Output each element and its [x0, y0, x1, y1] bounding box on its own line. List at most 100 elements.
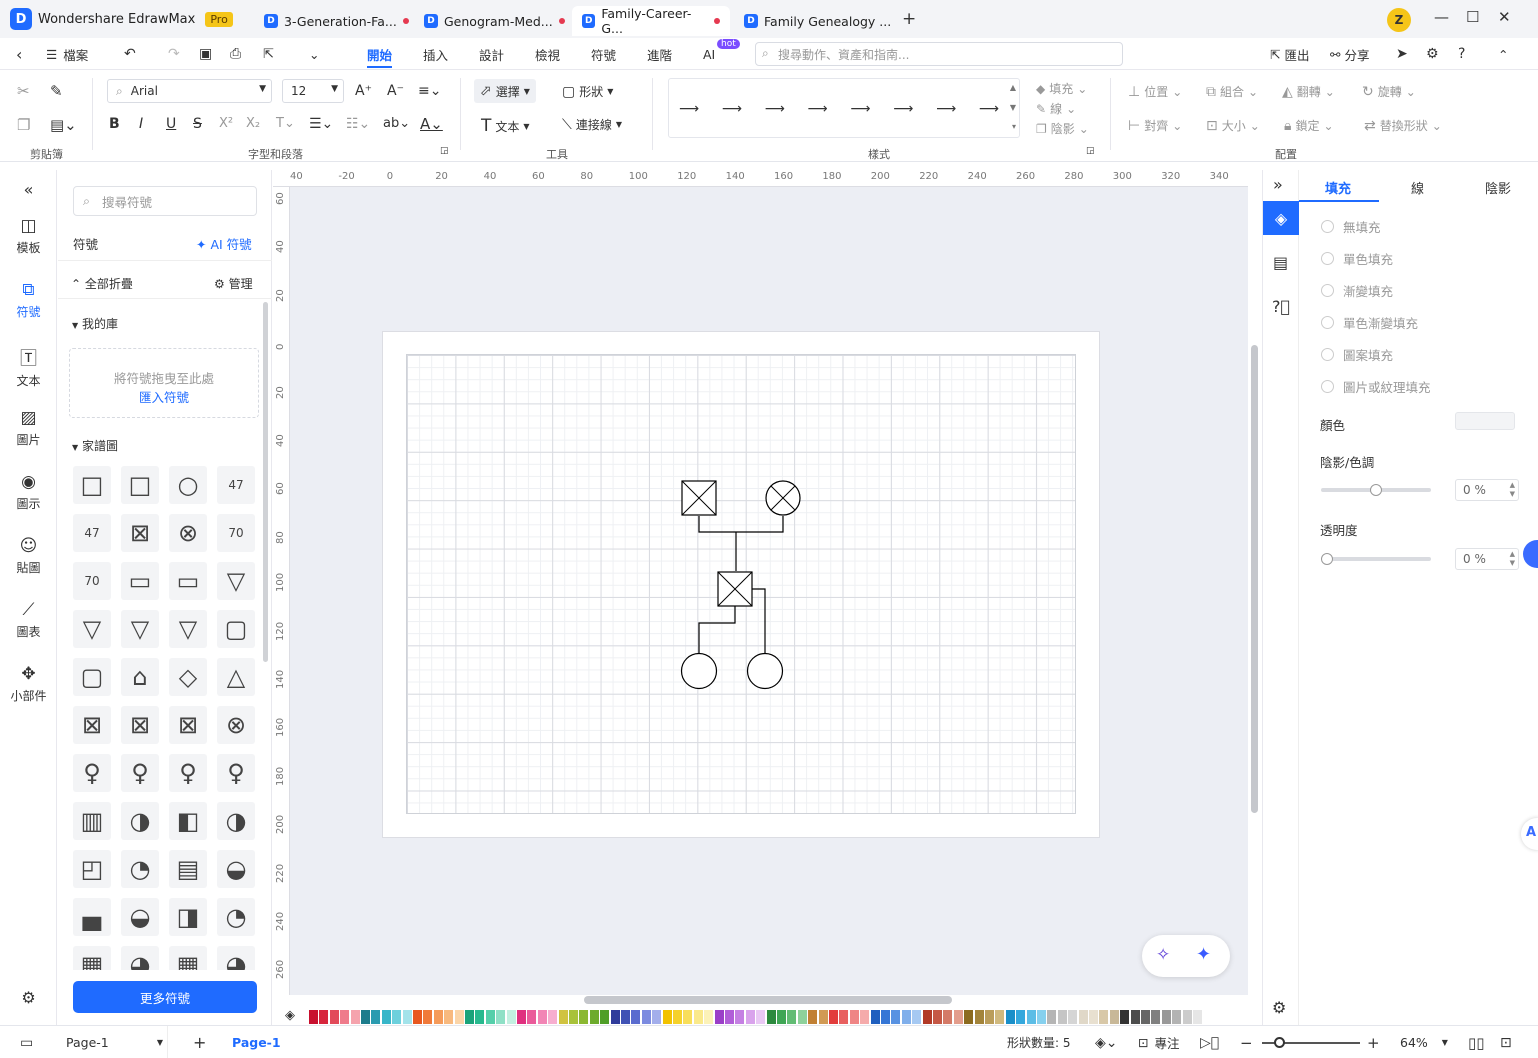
expand-panel-icon[interactable]: » — [1273, 175, 1283, 194]
color-swatch[interactable] — [797, 1010, 807, 1024]
vertical-scrollbar[interactable] — [1251, 345, 1258, 813]
tab-fill[interactable]: 填充 — [1325, 178, 1351, 197]
color-swatch[interactable] — [1161, 1010, 1171, 1024]
color-swatch[interactable] — [1099, 1010, 1109, 1024]
zoom-out-icon[interactable]: − — [1240, 1026, 1253, 1058]
color-swatch[interactable] — [1151, 1010, 1161, 1024]
zoom-slider[interactable] — [1262, 1037, 1360, 1048]
assistant-edge-icon[interactable] — [1523, 540, 1538, 568]
color-swatch[interactable] — [329, 1010, 339, 1024]
transparency-slider[interactable] — [1321, 553, 1431, 565]
tab-line[interactable]: 線 — [1411, 178, 1424, 197]
color-swatch[interactable] — [309, 1010, 318, 1024]
color-swatch[interactable] — [496, 1010, 506, 1024]
color-swatch[interactable] — [912, 1010, 922, 1024]
page-select[interactable]: Page-1 ▼ — [58, 1026, 168, 1058]
color-swatch[interactable] — [465, 1010, 474, 1024]
spinner-arrows-icon[interactable]: ▲ ▼ — [1510, 481, 1515, 499]
book-icon[interactable]: ▯▯ — [1468, 1026, 1485, 1058]
zoom-slider-knob[interactable] — [1274, 1037, 1285, 1048]
color-swatch[interactable] — [1172, 1010, 1182, 1024]
color-swatch[interactable] — [579, 1010, 589, 1024]
color-swatch[interactable] — [558, 1010, 568, 1024]
color-swatch[interactable] — [870, 1010, 880, 1024]
color-swatch[interactable] — [849, 1010, 859, 1024]
slider-knob[interactable] — [1321, 553, 1333, 565]
color-swatch[interactable] — [641, 1010, 651, 1024]
color-swatch[interactable] — [1089, 1010, 1098, 1024]
color-swatch[interactable] — [589, 1010, 599, 1024]
color-swatch[interactable] — [829, 1010, 838, 1024]
color-swatch[interactable] — [745, 1010, 755, 1024]
fill-bucket-icon[interactable]: ◈ — [285, 1008, 295, 1023]
color-swatch[interactable] — [475, 1010, 485, 1024]
color-swatch[interactable] — [350, 1010, 360, 1024]
color-swatch[interactable] — [1047, 1010, 1057, 1024]
color-swatch[interactable] — [1455, 412, 1515, 430]
color-swatch[interactable] — [839, 1010, 849, 1024]
color-swatch[interactable] — [735, 1010, 745, 1024]
color-swatch[interactable] — [766, 1010, 776, 1024]
color-swatch[interactable] — [1026, 1010, 1036, 1024]
color-swatch[interactable] — [933, 1010, 942, 1024]
transparency-spinner[interactable]: 0 % ▲ ▼ — [1455, 548, 1519, 570]
shade-spinner[interactable]: 0 % ▲ ▼ — [1455, 479, 1519, 501]
female-grandchild-symbol[interactable] — [680, 652, 718, 690]
color-swatch[interactable] — [1193, 1010, 1202, 1024]
deceased-male-child-symbol[interactable] — [717, 571, 753, 607]
fill-bucket-icon[interactable]: ◈ — [1263, 201, 1299, 235]
color-swatch[interactable] — [704, 1010, 714, 1024]
magic-wand-icon[interactable]: ✧ — [1156, 945, 1170, 965]
page-tab-active[interactable]: Page-1 — [232, 1026, 281, 1058]
color-swatch[interactable] — [1141, 1010, 1150, 1024]
ai-sparkle-icon[interactable]: ✦ — [1196, 944, 1211, 965]
add-page-button[interactable]: + — [193, 1026, 206, 1058]
color-swatch[interactable] — [860, 1010, 870, 1024]
color-swatch[interactable] — [433, 1010, 443, 1024]
radio-gradient-fill[interactable]: 漸變填充 — [1321, 281, 1393, 300]
color-swatch[interactable] — [953, 1010, 963, 1024]
color-swatch[interactable] — [974, 1010, 984, 1024]
color-swatch[interactable] — [610, 1010, 620, 1024]
color-swatch[interactable] — [901, 1010, 911, 1024]
color-swatch[interactable] — [548, 1010, 558, 1024]
shade-slider[interactable] — [1321, 484, 1431, 496]
color-swatch[interactable] — [1016, 1010, 1026, 1024]
page-panel-icon[interactable]: ▭ — [20, 1026, 33, 1058]
color-swatch[interactable] — [381, 1010, 391, 1024]
settings-icon[interactable]: ⚙ — [1272, 998, 1286, 1017]
radio-no-fill[interactable]: 無填充 — [1321, 217, 1381, 236]
color-swatch[interactable] — [361, 1010, 370, 1024]
color-swatch[interactable] — [392, 1010, 402, 1024]
focus-button[interactable]: ⊡ 專注 — [1138, 1026, 1180, 1058]
color-swatch[interactable] — [371, 1010, 381, 1024]
color-swatch[interactable] — [1057, 1010, 1067, 1024]
color-swatch[interactable] — [808, 1010, 818, 1024]
fit-page-icon[interactable]: ⊡ — [1500, 1026, 1512, 1058]
page-icon[interactable]: ▤ — [1273, 253, 1288, 272]
color-swatch[interactable] — [652, 1010, 662, 1024]
tab-shadow[interactable]: 陰影 — [1485, 178, 1511, 197]
color-swatch[interactable] — [1068, 1010, 1078, 1024]
color-swatch[interactable] — [662, 1010, 672, 1024]
female-grandchild-symbol[interactable] — [746, 652, 784, 690]
zoom-in-icon[interactable]: + — [1367, 1026, 1380, 1058]
color-swatch[interactable] — [527, 1010, 537, 1024]
color-swatch[interactable] — [1120, 1010, 1130, 1024]
color-swatch[interactable] — [714, 1010, 724, 1024]
color-swatch[interactable] — [485, 1010, 495, 1024]
color-swatch[interactable] — [319, 1010, 329, 1024]
color-swatch[interactable] — [787, 1010, 797, 1024]
color-swatch[interactable] — [881, 1010, 890, 1024]
color-swatch[interactable] — [1037, 1010, 1046, 1024]
color-swatch[interactable] — [631, 1010, 641, 1024]
play-icon[interactable]: ▷⃝ — [1200, 1026, 1219, 1058]
radio-solid-fill[interactable]: 單色填充 — [1321, 249, 1393, 268]
horizontal-scrollbar[interactable] — [584, 996, 952, 1004]
deceased-male-symbol[interactable] — [681, 480, 717, 516]
color-swatch[interactable] — [683, 1010, 693, 1024]
color-swatch[interactable] — [1005, 1010, 1015, 1024]
color-swatch[interactable] — [777, 1010, 786, 1024]
color-swatch[interactable] — [985, 1010, 994, 1024]
color-swatch[interactable] — [725, 1010, 734, 1024]
